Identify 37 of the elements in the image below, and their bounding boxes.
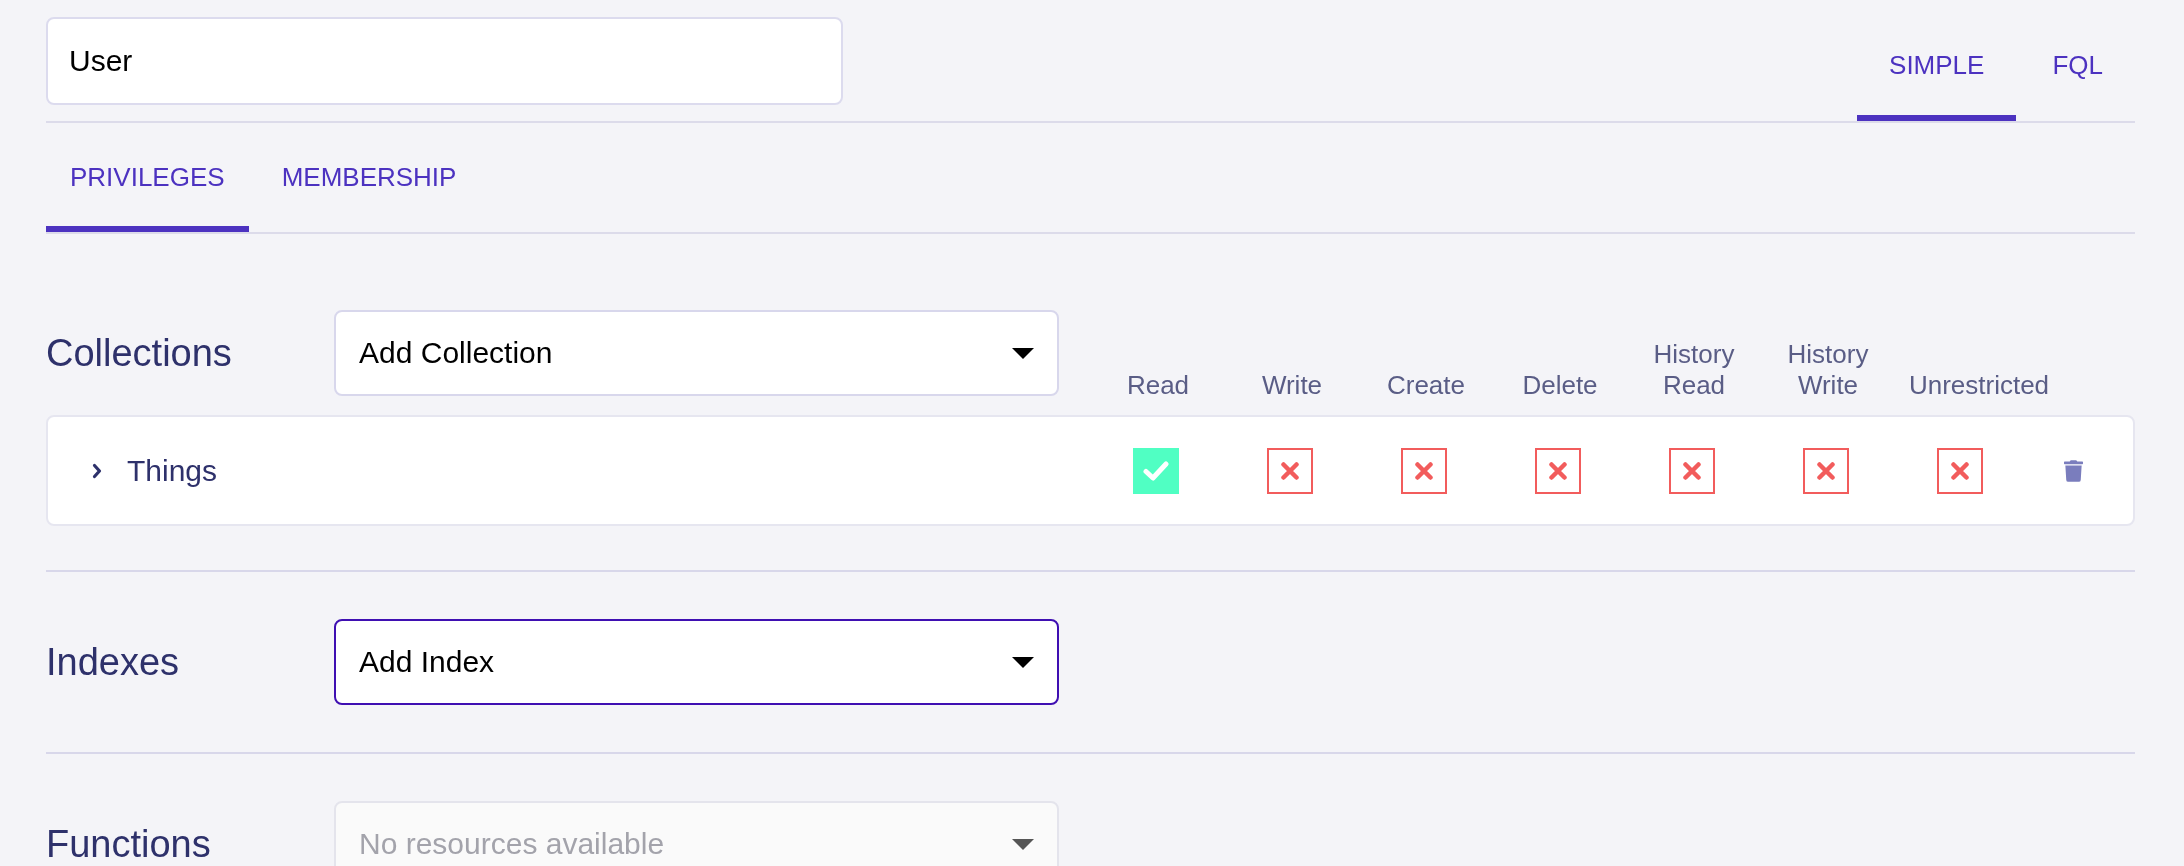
permission-checkbox[interactable] bbox=[1803, 447, 1849, 494]
cross-icon bbox=[1951, 461, 1969, 480]
column-header: Read bbox=[1126, 370, 1190, 401]
column-header: History Read bbox=[1652, 339, 1736, 401]
cross-icon bbox=[1549, 461, 1567, 480]
section-tab[interactable]: MEMBERSHIP bbox=[257, 123, 481, 232]
cross-icon bbox=[1415, 461, 1433, 480]
permission-checkbox[interactable] bbox=[1535, 447, 1581, 494]
section-title: Collections bbox=[46, 332, 233, 374]
permission-checkbox[interactable] bbox=[1937, 447, 1983, 494]
column-header: History Write bbox=[1786, 339, 1870, 401]
mode-tab[interactable]: SIMPLE bbox=[1857, 33, 2017, 121]
cross-icon bbox=[1817, 461, 1835, 480]
section-tab[interactable]: PRIVILEGES bbox=[46, 123, 249, 232]
column-header: Write bbox=[1261, 370, 1323, 401]
permission-checkbox[interactable] bbox=[1401, 447, 1447, 494]
column-header: Unrestricted bbox=[1908, 370, 2050, 401]
caret-icon bbox=[1012, 838, 1034, 850]
column-header: Delete bbox=[1522, 370, 1598, 401]
cross-icon bbox=[1281, 461, 1299, 480]
name-input[interactable]: User bbox=[46, 17, 843, 105]
caret-icon bbox=[1012, 656, 1034, 668]
collection-select[interactable]: Add Collection bbox=[334, 310, 1059, 396]
expand-chevron-icon[interactable] bbox=[90, 461, 104, 480]
permission-checkbox[interactable] bbox=[1133, 447, 1179, 494]
mode-tab[interactable]: FQL bbox=[2020, 33, 2135, 121]
collection-name: Things bbox=[127, 453, 218, 489]
section-title: Functions bbox=[46, 823, 212, 865]
check-icon bbox=[1143, 460, 1169, 481]
column-header: Create bbox=[1386, 370, 1465, 401]
cross-icon bbox=[1683, 461, 1701, 480]
index-select[interactable]: Add Index bbox=[334, 619, 1059, 705]
permission-checkbox[interactable] bbox=[1267, 447, 1313, 494]
caret-icon bbox=[1012, 347, 1034, 359]
permission-checkbox[interactable] bbox=[1669, 447, 1715, 494]
trash-icon[interactable] bbox=[2063, 459, 2083, 482]
section-title: Indexes bbox=[46, 641, 181, 683]
